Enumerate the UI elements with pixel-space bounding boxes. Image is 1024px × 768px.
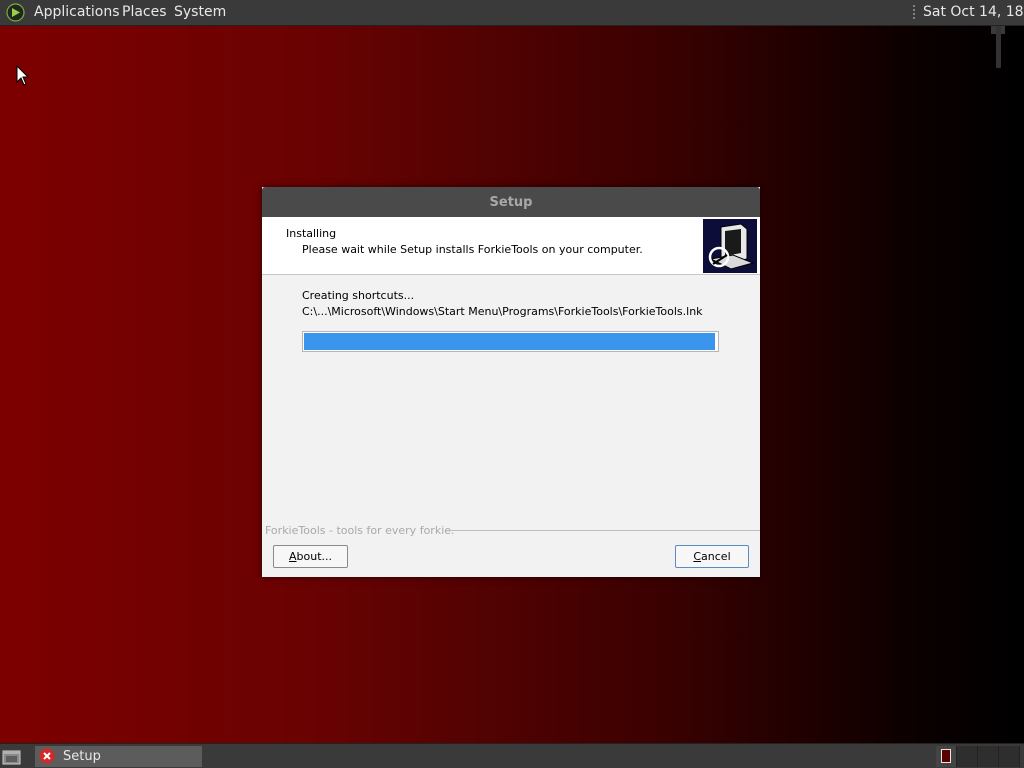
workspace-3[interactable] — [978, 746, 999, 767]
taskbar-item-label: Setup — [63, 749, 101, 764]
desktop: Applications Places System Sat Oct 14, 1… — [0, 0, 1024, 768]
desktop-widget — [996, 26, 1001, 68]
mouse-pointer-icon — [16, 65, 30, 86]
cancel-button[interactable]: Cancel — [675, 545, 749, 568]
install-status-text: Creating shortcuts... — [302, 289, 415, 302]
workspace-1[interactable] — [936, 746, 957, 767]
install-detail-path: C:\...\Microsoft\Windows\Start Menu\Prog… — [302, 305, 703, 318]
about-label-rest: bout... — [296, 550, 333, 563]
header-title: Installing — [286, 227, 337, 240]
menu-system[interactable]: System — [174, 4, 226, 21]
show-desktop-icon[interactable] — [0, 747, 24, 767]
dialog-titlebar[interactable]: Setup — [262, 187, 760, 217]
workspace-2[interactable] — [957, 746, 978, 767]
install-progress-bar — [302, 331, 719, 352]
cancel-mnemonic: C — [693, 550, 702, 563]
about-button[interactable]: About... — [273, 545, 348, 568]
bottom-panel: Setup — [0, 743, 1024, 768]
install-progress-fill — [304, 333, 715, 350]
menu-places[interactable]: Places — [122, 4, 167, 21]
top-panel: Applications Places System Sat Oct 14, 1… — [0, 0, 1024, 26]
installer-computer-icon — [703, 219, 757, 273]
branding-divider — [446, 530, 760, 531]
setup-dialog: Setup Installing Please wait while Setup… — [262, 187, 760, 577]
cancel-label-rest: ancel — [701, 550, 731, 563]
taskbar-item-setup[interactable]: Setup — [35, 746, 202, 767]
dialog-title: Setup — [489, 195, 533, 210]
dialog-header: Installing Please wait while Setup insta… — [262, 217, 760, 275]
about-mnemonic: A — [288, 550, 297, 563]
error-x-icon — [39, 748, 55, 764]
workspace-window-preview — [941, 749, 951, 763]
clock[interactable]: Sat Oct 14, 18:19 — [923, 4, 1024, 21]
panel-drag-handle[interactable] — [912, 4, 916, 21]
menu-applications[interactable]: Applications — [34, 4, 120, 21]
branding-text: ForkieTools - tools for every forkie. — [265, 524, 455, 537]
workspace-switcher — [936, 746, 1020, 767]
header-subtitle: Please wait while Setup installs ForkieT… — [302, 243, 643, 256]
distro-logo-icon[interactable] — [6, 3, 25, 22]
workspace-4[interactable] — [999, 746, 1020, 767]
